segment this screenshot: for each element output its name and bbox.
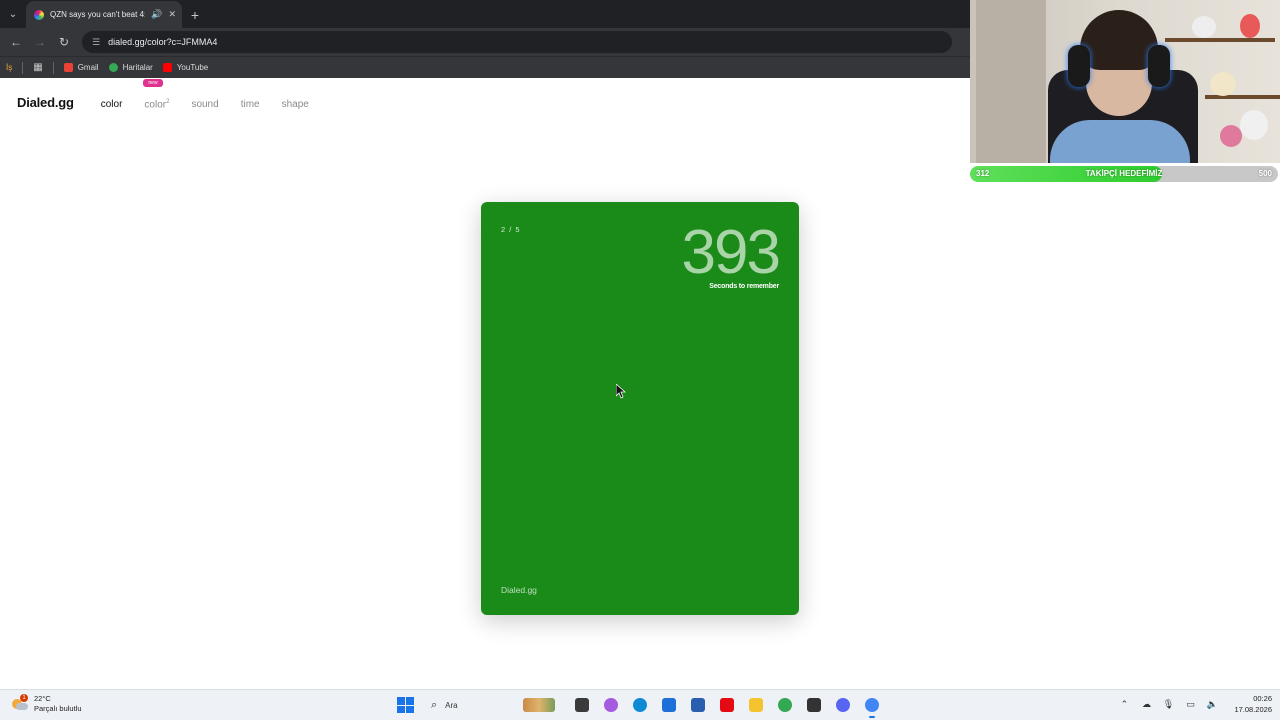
streamer-shirt bbox=[1050, 120, 1190, 163]
bookmark-gmail[interactable]: Gmail bbox=[63, 63, 99, 72]
webcam-plush bbox=[1240, 14, 1260, 38]
weather-widget[interactable]: 1 22°C Parçalı bulutlu bbox=[12, 694, 82, 714]
nav-shape[interactable]: shape bbox=[282, 99, 309, 110]
bookmark-label: YouTube bbox=[176, 63, 209, 72]
weather-badge: 1 bbox=[20, 694, 28, 702]
follower-goal-bar: 312 TAKİPÇİ HEDEFİMİZ 500 bbox=[970, 166, 1278, 182]
browser-toolbar: ← → ↻ ☰ dialed.gg/color?c=JFMMA4 bbox=[0, 28, 970, 56]
round-counter: 2 / 5 bbox=[501, 225, 521, 234]
bookmark-label: Gmail bbox=[77, 63, 99, 72]
taskbar-apps: ⌕ Ara bbox=[396, 693, 882, 718]
webcam-overlay bbox=[970, 0, 1280, 163]
search-icon: ⌕ bbox=[431, 698, 438, 711]
site-logo[interactable]: Dialed.gg bbox=[17, 95, 74, 110]
nav-sound[interactable]: sound bbox=[191, 99, 218, 110]
weather-description: Parçalı bulutlu bbox=[34, 704, 82, 713]
chrome-icon[interactable] bbox=[862, 695, 882, 718]
audio-playing-icon[interactable]: 🔊 bbox=[151, 9, 162, 20]
goal-label: TAKİPÇİ HEDEFİMİZ bbox=[1085, 169, 1163, 178]
card-footer-brand: Dialed.gg bbox=[501, 585, 537, 595]
network-icon[interactable]: ▭ bbox=[1184, 698, 1196, 710]
store-icon[interactable] bbox=[659, 695, 679, 715]
pinned-apps bbox=[572, 695, 882, 718]
headset-left bbox=[1068, 45, 1090, 87]
screen: ⌄ QZN says you can't beat 4:3 🔊 ✕ + ← → … bbox=[0, 0, 1280, 720]
tab-strip: ⌄ QZN says you can't beat 4:3 🔊 ✕ + bbox=[0, 0, 970, 28]
bookmark-youtube[interactable]: YouTube bbox=[162, 63, 209, 72]
discord-icon[interactable] bbox=[833, 695, 853, 715]
webcam-plush bbox=[1220, 125, 1242, 147]
app-icon[interactable] bbox=[804, 695, 824, 715]
countdown-seconds: 393 bbox=[681, 218, 781, 287]
bookmark-separator bbox=[52, 61, 54, 74]
nav-time[interactable]: time bbox=[241, 99, 260, 110]
forward-button[interactable]: → bbox=[30, 32, 50, 52]
new-badge: new bbox=[143, 78, 163, 87]
calendar-icon[interactable] bbox=[688, 695, 708, 715]
folder-icon[interactable] bbox=[746, 695, 766, 715]
clock-date: 17.08.2026 bbox=[1234, 705, 1272, 714]
tab-title: QZN says you can't beat 4:3 bbox=[50, 10, 146, 19]
tab-search-button[interactable]: ⌄ bbox=[0, 0, 26, 28]
bookmark-separator bbox=[22, 61, 24, 74]
edge-icon[interactable] bbox=[630, 695, 650, 715]
start-button[interactable] bbox=[396, 696, 414, 714]
bookmark-maps[interactable]: Haritalar bbox=[108, 63, 153, 72]
volume-icon[interactable]: 🔈 bbox=[1206, 698, 1218, 710]
nav-color[interactable]: color bbox=[101, 99, 123, 110]
back-button[interactable]: ← bbox=[6, 32, 26, 52]
system-tray: ⌃ ☁ 🎙 ▭ 🔈 00:26 17.08.2026 bbox=[1118, 693, 1272, 715]
search-placeholder: Ara bbox=[445, 700, 458, 710]
netflix-icon[interactable] bbox=[717, 695, 737, 715]
site-info-icon[interactable]: ☰ bbox=[92, 37, 100, 48]
webcam-plush bbox=[1240, 110, 1268, 140]
weather-icon: 1 bbox=[12, 694, 28, 711]
site-nav: Dialed.gg color new color2 sound time sh… bbox=[17, 78, 309, 110]
webcam-plush bbox=[1192, 16, 1216, 38]
clock[interactable]: 00:26 17.08.2026 bbox=[1234, 693, 1272, 715]
taskbar-search[interactable]: ⌕ Ara bbox=[423, 693, 563, 717]
dialed-favicon-icon bbox=[34, 9, 44, 20]
nav-color-squared[interactable]: new color2 bbox=[143, 78, 170, 110]
headset-right bbox=[1148, 45, 1170, 87]
bookmarks-bar: İş ▦ Gmail Haritalar YouTube bbox=[0, 56, 970, 78]
apps-button[interactable]: ▦ bbox=[33, 62, 42, 73]
microphone-icon[interactable]: 🎙 bbox=[1162, 698, 1174, 710]
address-bar[interactable]: ☰ dialed.gg/color?c=JFMMA4 bbox=[82, 31, 952, 53]
countdown-label: Seconds to remember bbox=[709, 283, 779, 290]
maps-icon bbox=[108, 63, 118, 72]
search-highlight-image bbox=[523, 698, 555, 712]
webcam-shelf bbox=[1205, 95, 1280, 99]
goal-max: 500 bbox=[1258, 169, 1272, 178]
onedrive-icon[interactable]: ☁ bbox=[1140, 698, 1152, 710]
close-tab-icon[interactable]: ✕ bbox=[168, 9, 176, 20]
browser-tab[interactable]: QZN says you can't beat 4:3 🔊 ✕ bbox=[26, 1, 182, 28]
chevron-up-icon[interactable]: ⌃ bbox=[1118, 698, 1130, 710]
reload-button[interactable]: ↻ bbox=[54, 32, 74, 52]
nav-color-squared-label: color bbox=[144, 99, 167, 110]
streamer bbox=[1050, 10, 1190, 163]
apps-grid-icon: ▦ bbox=[33, 62, 43, 73]
bookmark-work[interactable]: İş bbox=[6, 63, 12, 72]
url-text[interactable]: dialed.gg/color?c=JFMMA4 bbox=[108, 37, 217, 47]
bookmark-label: Haritalar bbox=[122, 63, 153, 72]
webcam-plush bbox=[1210, 72, 1236, 96]
gmail-icon bbox=[63, 63, 73, 72]
copilot-icon[interactable] bbox=[601, 695, 621, 715]
windows-taskbar: 1 22°C Parçalı bulutlu ⌕ Ara ⌃ ☁ 🎙 ▭ 🔈 0… bbox=[0, 689, 1280, 720]
weather-temperature: 22°C bbox=[34, 694, 51, 703]
file-explorer-icon[interactable] bbox=[572, 695, 592, 715]
clock-time: 00:26 bbox=[1253, 694, 1272, 703]
youtube-icon bbox=[162, 63, 172, 72]
streamer-hair bbox=[1080, 10, 1158, 70]
work-bookmark-label: İş bbox=[6, 63, 13, 72]
chrome-alt-icon[interactable] bbox=[775, 695, 795, 715]
color-card[interactable]: 2 / 5 393 Seconds to remember Dialed.gg bbox=[481, 202, 799, 615]
nav-superscript: 2 bbox=[166, 98, 170, 105]
new-tab-button[interactable]: + bbox=[182, 1, 208, 28]
page-content: Dialed.gg color new color2 sound time sh… bbox=[0, 78, 970, 689]
webcam-door bbox=[976, 0, 1046, 163]
